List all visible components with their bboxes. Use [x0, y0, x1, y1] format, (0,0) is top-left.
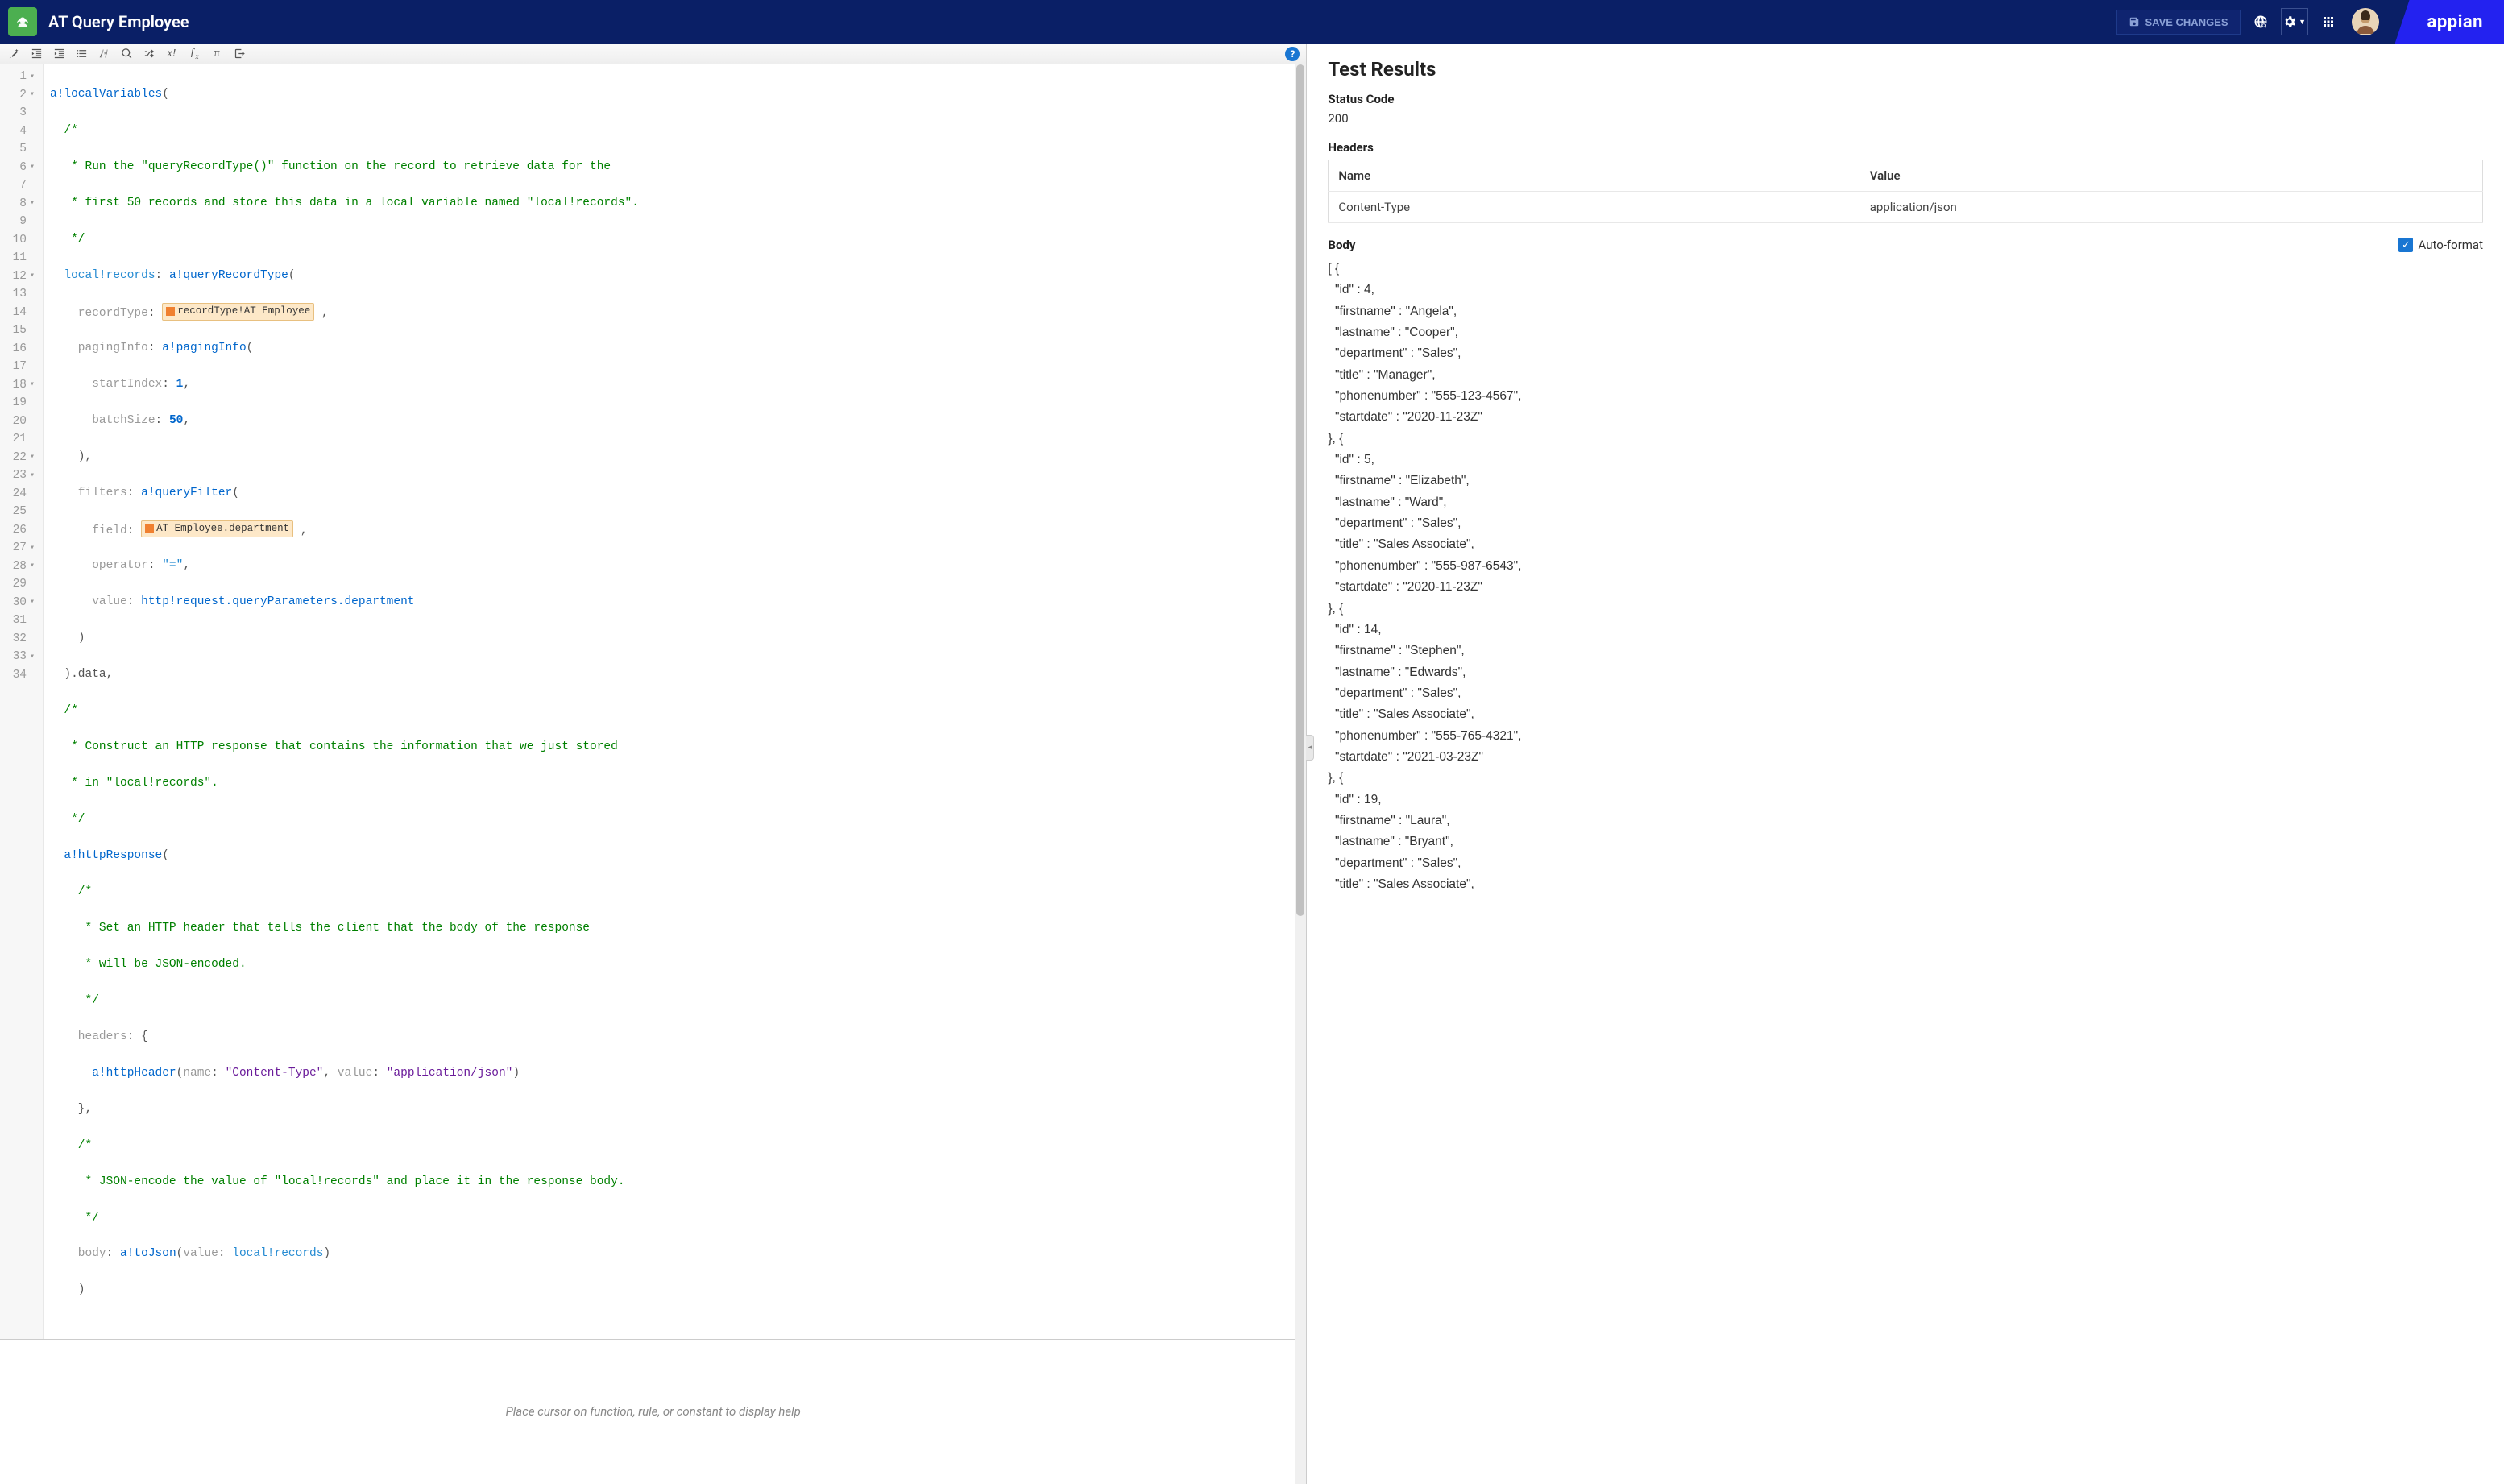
- save-button-label: SAVE CHANGES: [2145, 16, 2228, 28]
- export-icon[interactable]: [232, 47, 247, 61]
- code-content[interactable]: a!localVariables( /* * Run the "queryRec…: [44, 64, 645, 1339]
- settings-button[interactable]: ▼: [2281, 8, 2308, 35]
- pi-icon[interactable]: π: [209, 47, 224, 61]
- editor-scrollbar[interactable]: [1295, 64, 1306, 1484]
- brand-logo: appian: [2395, 0, 2504, 44]
- app-header: AT Query Employee SAVE CHANGES ▼ appian: [0, 0, 2504, 44]
- save-button[interactable]: SAVE CHANGES: [2116, 10, 2240, 35]
- record-type-chip[interactable]: recordType!AT Employee: [162, 303, 314, 320]
- headers-col-name: Name: [1329, 160, 1860, 192]
- results-pane: Test Results Status Code 200 Headers Nam…: [1307, 44, 2504, 1484]
- app-icon: [8, 7, 37, 36]
- status-code-label: Status Code: [1328, 92, 2483, 106]
- response-body: [ { "id" : 4, "firstname" : "Angela", "l…: [1328, 259, 2483, 895]
- context-help-bar: Place cursor on function, rule, or const…: [0, 1339, 1306, 1484]
- context-help-text: Place cursor on function, rule, or const…: [506, 1404, 801, 1419]
- code-editor[interactable]: 1▾2▾3 4 5 6▾7 8▾9 10 11 12▾13 14 15 16 1…: [0, 64, 1306, 1339]
- comment-icon[interactable]: /*: [97, 47, 111, 61]
- apps-grid-icon[interactable]: [2315, 8, 2342, 35]
- body-label: Body: [1328, 238, 1355, 252]
- headers-col-value: Value: [1860, 160, 2483, 192]
- results-title: Test Results: [1328, 58, 2483, 81]
- help-icon[interactable]: ?: [1285, 47, 1300, 61]
- auto-format-label: Auto-format: [2418, 238, 2483, 252]
- list-icon[interactable]: [74, 47, 89, 61]
- table-row: Content-Type application/json: [1329, 192, 2483, 223]
- page-title: AT Query Employee: [48, 12, 2116, 31]
- editor-toolbar: /* x! ƒx π ?: [0, 44, 1306, 64]
- outdent-icon[interactable]: [29, 47, 44, 61]
- variable-icon[interactable]: x!: [164, 47, 179, 61]
- magic-wand-icon[interactable]: [6, 47, 21, 61]
- shuffle-icon[interactable]: [142, 47, 156, 61]
- field-chip[interactable]: AT Employee.department: [141, 520, 293, 537]
- indent-icon[interactable]: [52, 47, 66, 61]
- svg-text:/*: /*: [99, 51, 108, 59]
- function-icon[interactable]: ƒx: [187, 47, 201, 61]
- status-code-value: 200: [1328, 111, 2483, 126]
- auto-format-checkbox[interactable]: ✓: [2398, 238, 2413, 252]
- editor-pane: /* x! ƒx π ? 1▾2▾3 4 5 6▾7 8▾9 10 11 12▾…: [0, 44, 1307, 1484]
- main-split: /* x! ƒx π ? 1▾2▾3 4 5 6▾7 8▾9 10 11 12▾…: [0, 44, 2504, 1484]
- headers-label: Headers: [1328, 140, 2483, 155]
- avatar[interactable]: [2352, 8, 2379, 35]
- header-value-cell: application/json: [1860, 192, 2483, 223]
- line-gutter: 1▾2▾3 4 5 6▾7 8▾9 10 11 12▾13 14 15 16 1…: [0, 64, 44, 1339]
- headers-table: Name Value Content-Type application/json: [1328, 160, 2483, 223]
- header-name-cell: Content-Type: [1329, 192, 1860, 223]
- search-globe-icon[interactable]: [2247, 8, 2274, 35]
- splitter-handle[interactable]: [1306, 735, 1314, 761]
- header-actions: SAVE CHANGES ▼ appian: [2116, 0, 2504, 44]
- search-icon[interactable]: [119, 47, 134, 61]
